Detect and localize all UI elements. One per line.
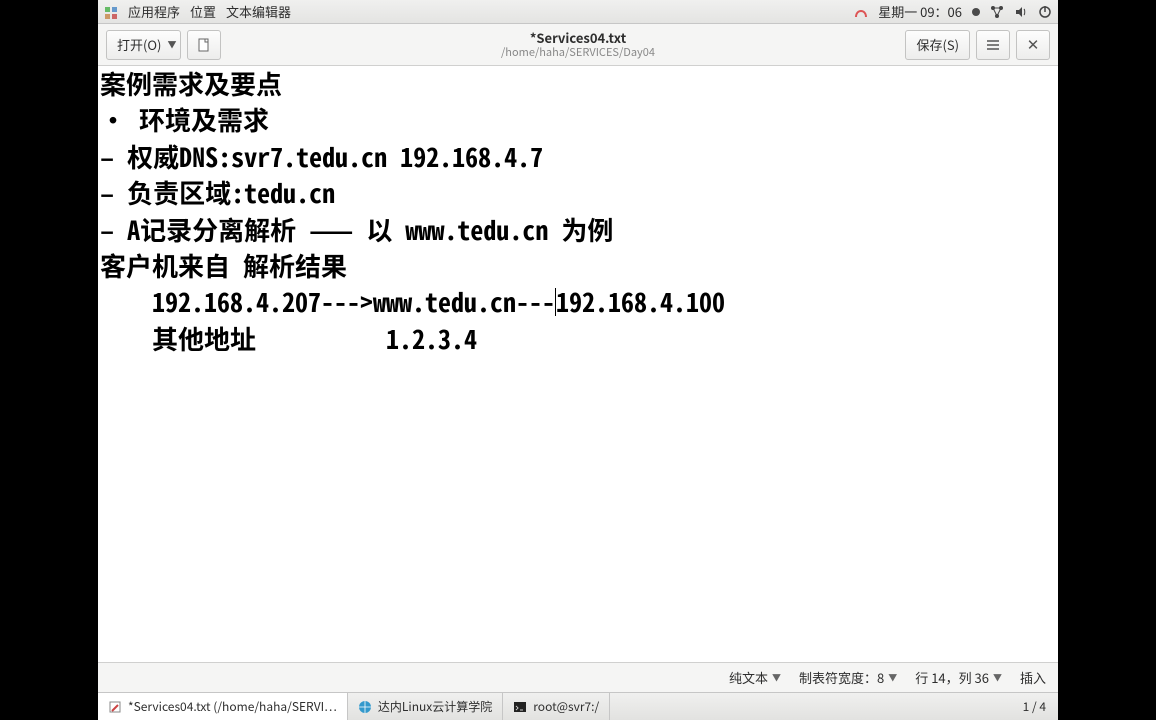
terminal-icon [513,700,527,714]
taskbar-item-editor[interactable]: *Services04.txt (/home/haha/SERVI… [98,693,348,720]
gnome-top-bar: 应用程序 位置 文本编辑器 星期一 09：06 [98,0,1058,24]
menu-text-editor[interactable]: 文本编辑器 [226,2,291,21]
insert-mode-label: 插入 [1020,668,1046,687]
open-button-label: 打开(O) [117,35,161,54]
hamburger-menu-button[interactable] [976,30,1010,60]
save-button-label: 保存(S) [916,35,959,54]
text-cursor [555,288,556,317]
network-icon[interactable] [990,5,1004,19]
editor-line: 客户机来自 解析结果 [100,248,1056,284]
document-path: /home/haha/SERVICES/Day04 [501,46,655,59]
editor-content[interactable]: 案例需求及要点• 环境及需求– 权威DNS:svr7.tedu.cn 192.1… [98,66,1058,662]
new-document-button[interactable] [187,30,221,60]
editor-line: – 负责区域:tedu.cn [100,175,1056,211]
power-icon[interactable] [1038,5,1052,19]
taskbar: *Services04.txt (/home/haha/SERVI… 达内Lin… [98,692,1058,720]
volume-icon[interactable] [1014,5,1028,19]
editor-line: – 权威DNS:svr7.tedu.cn 192.168.4.7 [100,139,1056,175]
editor-line: 192.168.4.207--->www.tedu.cn---192.168.4… [100,284,1056,320]
taskbar-item-browser[interactable]: 达内Linux云计算学院 [348,693,503,720]
title-block: *Services04.txt /home/haha/SERVICES/Day0… [501,30,655,59]
workspace-pager[interactable]: 1 / 4 [1011,693,1058,720]
close-window-button[interactable]: ✕ [1016,30,1050,60]
taskbar-item-terminal[interactable]: root@svr7:/ [503,693,610,720]
syntax-selector[interactable]: 纯文本▼ [729,668,781,687]
open-button[interactable]: 打开(O) ▼ [106,30,181,60]
cursor-position[interactable]: 行 14，列 36▼ [915,668,1002,687]
activities-icon[interactable] [104,5,118,19]
editor-line: • 环境及需求 [100,102,1056,138]
globe-icon [358,700,372,714]
editor-line: – A记录分离解析 —— 以 www.tedu.cn 为例 [100,212,1056,248]
tabwidth-selector[interactable]: 制表符宽度：8▼ [799,668,897,687]
input-method-icon[interactable] [854,5,868,19]
editor-toolbar: 打开(O) ▼ *Services04.txt /home/haha/SERVI… [98,24,1058,66]
chevron-down-icon: ▼ [167,38,176,51]
menu-places[interactable]: 位置 [190,2,216,21]
editor-line: 案例需求及要点 [100,66,1056,102]
clock-label[interactable]: 星期一 09：06 [878,2,962,21]
gedit-icon [108,700,122,714]
menu-applications[interactable]: 应用程序 [128,2,180,21]
status-bar: 纯文本▼ 制表符宽度：8▼ 行 14，列 36▼ 插入 [98,662,1058,692]
editor-line: 其他地址 1.2.3.4 [100,321,1056,357]
save-button[interactable]: 保存(S) [905,30,970,60]
record-indicator-icon [972,8,980,16]
